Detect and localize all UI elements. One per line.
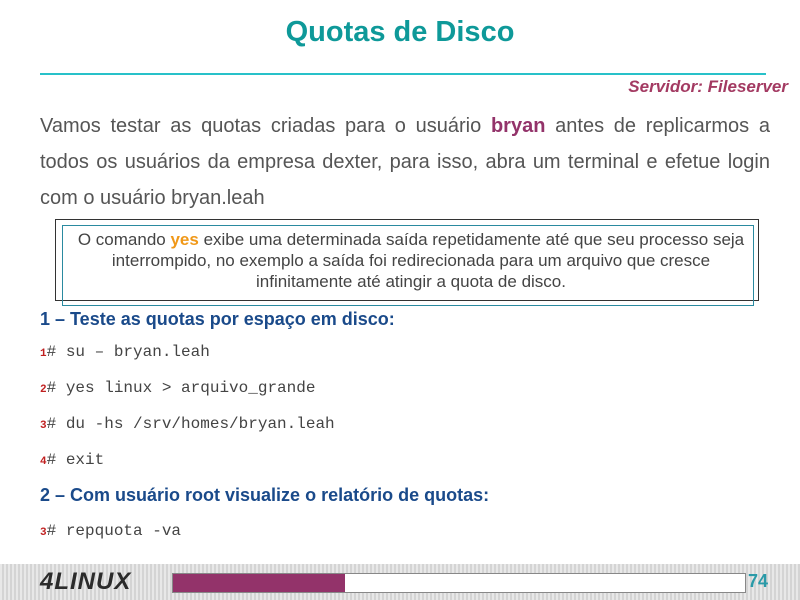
line-number: 2 (40, 384, 47, 396)
intro-text-start: Vamos testar as quotas criadas para o us… (40, 115, 491, 137)
brand-logo: 4LINUX (40, 568, 132, 595)
intro-paragraph: Vamos testar as quotas criadas para o us… (40, 108, 770, 216)
server-label: Servidor: Fileserver (628, 77, 788, 96)
note-text-end: exibe uma determinada saída repetidament… (111, 230, 745, 291)
line-number: 1 (40, 348, 47, 360)
command-text: # exit (46, 451, 105, 469)
line-number: 4 (40, 456, 47, 468)
command-text: # su – bryan.leah (46, 343, 210, 361)
command-text: # repquota -va (46, 522, 182, 540)
page-number: 74 (748, 571, 769, 591)
note-text-start: O comando (77, 230, 171, 249)
command-line: 3# repquota -va (40, 522, 181, 540)
note-text: O comando yes exibe uma determinada saíd… (68, 229, 754, 292)
step-1-heading: 1 – Teste as quotas por espaço em disco: (40, 309, 395, 329)
command-line: 4# exit (40, 451, 104, 469)
line-number: 3 (40, 420, 47, 432)
command-line: 1# su – bryan.leah (40, 343, 210, 361)
command-text: # du -hs /srv/homes/bryan.leah (46, 415, 335, 433)
command-line: 3# du -hs /srv/homes/bryan.leah (40, 415, 335, 433)
slide-progress-fill (173, 574, 345, 592)
command-line: 2# yes linux > arquivo_grande (40, 379, 315, 397)
note-command: yes (170, 230, 199, 249)
intro-username: bryan (490, 115, 546, 137)
title-divider (40, 73, 766, 75)
slide-progress-bar (172, 573, 746, 593)
step-2-heading: 2 – Com usuário root visualize o relatór… (40, 485, 490, 505)
command-text: # yes linux > arquivo_grande (46, 379, 316, 397)
slide-title: Quotas de Disco (285, 16, 515, 48)
line-number: 3 (40, 527, 47, 539)
